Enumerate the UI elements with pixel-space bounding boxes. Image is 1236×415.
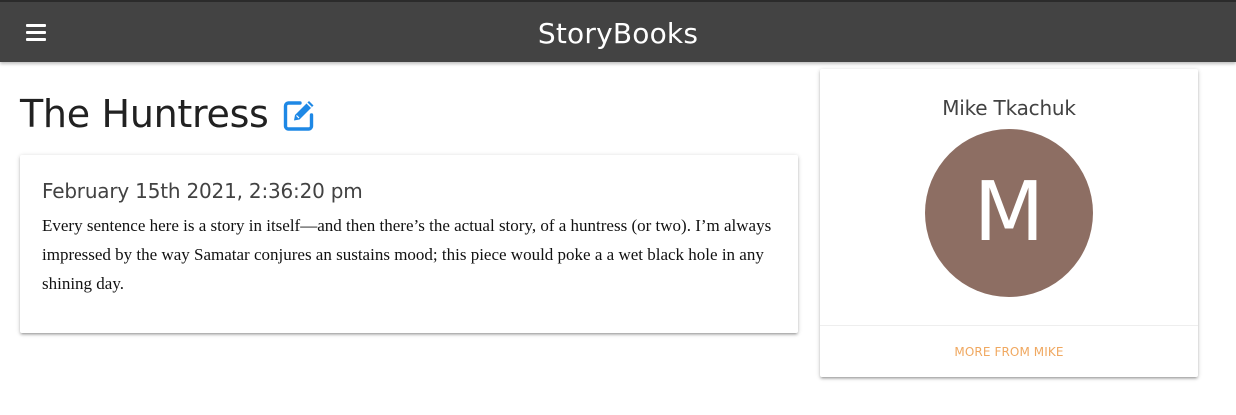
brand-link[interactable]: StoryBooks bbox=[538, 17, 698, 50]
story-header: The Huntress bbox=[20, 90, 317, 138]
story-card: February 15th 2021, 2:36:20 pm Every sen… bbox=[20, 155, 798, 333]
author-card: Mike Tkachuk M MORE FROM MIKE bbox=[820, 69, 1198, 377]
card-divider bbox=[820, 325, 1198, 326]
page-title: The Huntress bbox=[20, 92, 269, 136]
brand-logo: StoryBooks bbox=[0, 16, 1236, 52]
author-name: Mike Tkachuk bbox=[942, 96, 1076, 120]
story-body: Every sentence here is a story in itself… bbox=[42, 216, 772, 293]
more-from-author-link[interactable]: MORE FROM MIKE bbox=[820, 345, 1198, 359]
edit-icon[interactable] bbox=[281, 96, 317, 132]
story-date: February 15th 2021, 2:36:20 pm bbox=[42, 179, 363, 203]
avatar: M bbox=[925, 129, 1093, 297]
top-navbar: StoryBooks bbox=[0, 0, 1236, 62]
